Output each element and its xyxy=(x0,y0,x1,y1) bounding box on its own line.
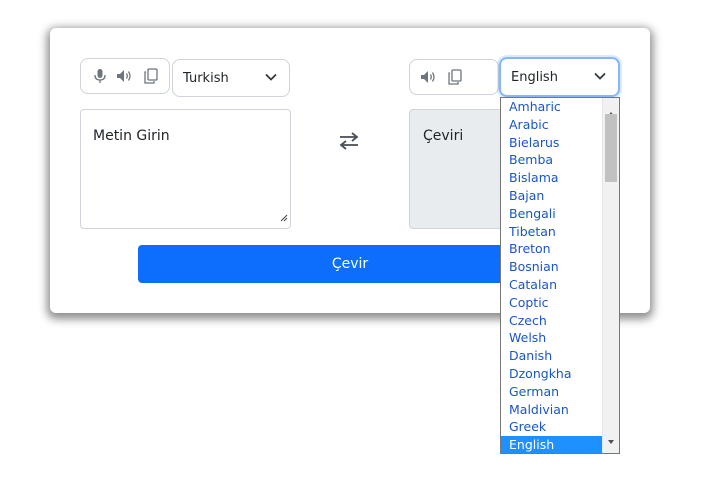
resize-handle-icon[interactable] xyxy=(280,210,288,226)
dropdown-option[interactable]: Dzongkha xyxy=(501,365,602,383)
target-toolbar xyxy=(409,59,499,95)
dropdown-option[interactable]: Bajan xyxy=(501,187,602,205)
dropdown-option[interactable]: Bengali xyxy=(501,205,602,223)
target-language-select[interactable]: English xyxy=(499,57,620,97)
swap-languages-icon[interactable] xyxy=(338,132,360,150)
dropdown-option[interactable]: Danish xyxy=(501,347,602,365)
chevron-down-icon xyxy=(594,70,606,86)
dropdown-option[interactable]: Czech xyxy=(501,312,602,330)
dropdown-option[interactable]: Bislama xyxy=(501,169,602,187)
dropdown-option[interactable]: Maldivian xyxy=(501,401,602,419)
source-text-input[interactable]: Metin Girin xyxy=(80,109,291,229)
translate-button[interactable]: Çevir xyxy=(138,245,562,283)
source-toolbar xyxy=(80,58,170,94)
copy-icon[interactable] xyxy=(142,67,159,85)
scrollbar-thumb[interactable] xyxy=(605,114,617,182)
source-language-value: Turkish xyxy=(183,70,229,86)
dropdown-option[interactable]: Bosnian xyxy=(501,258,602,276)
chevron-down-icon xyxy=(265,71,277,87)
target-language-value: English xyxy=(511,69,558,85)
dropdown-option[interactable]: Greek xyxy=(501,418,602,436)
copy-icon[interactable] xyxy=(446,68,464,86)
source-placeholder: Metin Girin xyxy=(93,128,170,144)
dropdown-option[interactable]: Arabic xyxy=(501,116,602,134)
dropdown-option[interactable]: Welsh xyxy=(501,329,602,347)
dropdown-scrollbar[interactable] xyxy=(602,98,619,453)
dropdown-option[interactable]: Bielarus xyxy=(501,134,602,152)
dropdown-option[interactable]: German xyxy=(501,383,602,401)
dropdown-option[interactable]: Breton xyxy=(501,240,602,258)
dropdown-option[interactable]: Coptic xyxy=(501,294,602,312)
dropdown-option[interactable]: Catalan xyxy=(501,276,602,294)
dropdown-option[interactable]: Tibetan xyxy=(501,223,602,241)
translate-button-label: Çevir xyxy=(331,256,369,272)
microphone-icon[interactable] xyxy=(91,67,108,85)
scroll-down-arrow-icon[interactable] xyxy=(607,430,615,449)
speaker-icon[interactable] xyxy=(420,68,438,86)
language-dropdown-list[interactable]: Amharic Arabic Bielarus Bemba Bislama Bajan Be… xyxy=(500,97,620,454)
dropdown-option[interactable]: English xyxy=(501,436,602,453)
speaker-icon[interactable] xyxy=(116,67,134,85)
dropdown-option[interactable]: Amharic xyxy=(501,98,602,116)
dropdown-option[interactable]: Bemba xyxy=(501,151,602,169)
translation-placeholder: Çeviri xyxy=(423,128,464,144)
source-language-select[interactable]: Turkish xyxy=(172,59,290,97)
